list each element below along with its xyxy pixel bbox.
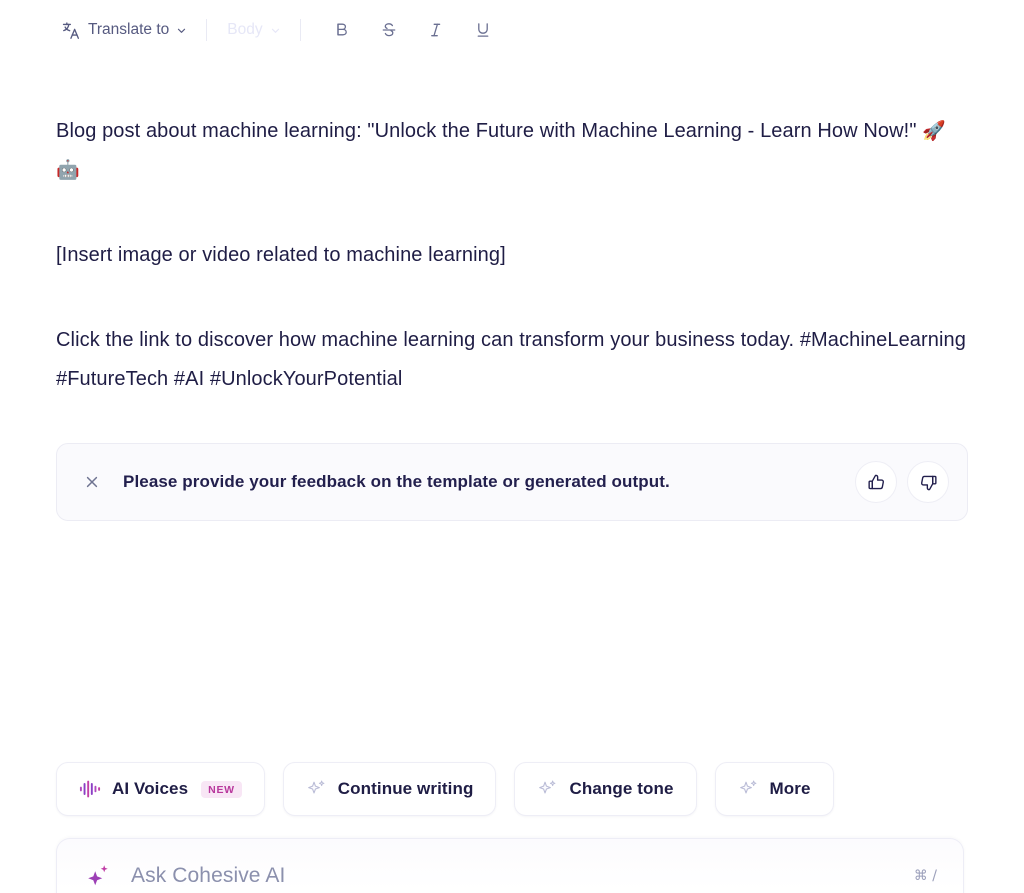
underline-button[interactable] bbox=[466, 13, 500, 47]
document-paragraph[interactable]: [Insert image or video related to machin… bbox=[56, 236, 966, 275]
ai-voices-label: AI Voices bbox=[112, 779, 189, 798]
chevron-down-icon bbox=[271, 28, 279, 33]
continue-writing-label: Continue writing bbox=[337, 779, 474, 798]
feedback-bar: Please provide your feedback on the temp… bbox=[56, 443, 968, 521]
sparkle-ai-icon bbox=[88, 864, 108, 885]
sparkle-icon bbox=[539, 780, 556, 793]
translate-to-label: Translate to bbox=[88, 21, 170, 38]
feedback-close-button[interactable] bbox=[79, 469, 105, 495]
sparkle-icon bbox=[307, 780, 325, 793]
thumbs-up-icon bbox=[867, 474, 884, 489]
thumbs-down-button[interactable] bbox=[907, 461, 949, 503]
continue-writing-button[interactable]: Continue writing bbox=[282, 762, 497, 816]
italic-icon bbox=[430, 23, 440, 37]
more-actions-label: More bbox=[769, 779, 811, 798]
translate-icon bbox=[62, 21, 80, 39]
chevron-down-icon bbox=[178, 28, 186, 33]
change-tone-button[interactable]: Change tone bbox=[514, 762, 697, 816]
close-icon bbox=[86, 476, 98, 488]
editor-app: Translate to Body Blog post about machin… bbox=[0, 0, 1024, 893]
paragraph-text: Click the link to discover how machine l… bbox=[56, 329, 966, 390]
underline-icon bbox=[477, 23, 488, 37]
text-style-label: Body bbox=[227, 21, 263, 38]
italic-button[interactable] bbox=[419, 13, 453, 47]
sparkle-icon bbox=[739, 780, 756, 793]
toolbar-divider-2 bbox=[299, 19, 301, 41]
toolbar-divider-1 bbox=[206, 19, 208, 41]
waveform-icon bbox=[79, 780, 101, 798]
new-badge: NEW bbox=[201, 780, 242, 798]
feedback-buttons bbox=[855, 461, 949, 503]
paragraph-text: Blog post about machine learning: "Unloc… bbox=[56, 120, 923, 142]
change-tone-label: Change tone bbox=[569, 779, 674, 798]
paragraph-text: [Insert image or video related to machin… bbox=[56, 244, 506, 266]
translate-to-dropdown[interactable]: Translate to bbox=[56, 13, 192, 47]
text-style-dropdown[interactable]: Body bbox=[221, 13, 285, 47]
strikethrough-icon bbox=[382, 23, 395, 37]
document-paragraph[interactable]: Click the link to discover how machine l… bbox=[56, 321, 966, 399]
thumbs-up-button[interactable] bbox=[855, 461, 897, 503]
ai-voices-button[interactable]: AI Voices NEW bbox=[56, 762, 265, 816]
bold-button[interactable] bbox=[325, 13, 359, 47]
ask-ai-bar[interactable]: Ask Cohesive AI ⌘ / bbox=[56, 838, 964, 893]
thumbs-down-icon bbox=[920, 475, 937, 490]
ask-ai-placeholder: Ask Cohesive AI bbox=[131, 863, 286, 887]
bold-icon bbox=[336, 23, 347, 36]
formatting-toolbar: Translate to Body bbox=[0, 0, 1024, 60]
strikethrough-button[interactable] bbox=[372, 13, 406, 47]
feedback-message: Please provide your feedback on the temp… bbox=[123, 472, 670, 491]
document-paragraph[interactable]: Blog post about machine learning: "Unloc… bbox=[56, 112, 966, 190]
ask-ai-shortcut: ⌘ / bbox=[913, 867, 937, 884]
more-actions-button[interactable]: More bbox=[714, 762, 834, 816]
document-editor[interactable]: Blog post about machine learning: "Unloc… bbox=[0, 60, 1024, 399]
ai-action-chips: AI Voices NEW Continue writing Change to… bbox=[56, 762, 834, 816]
